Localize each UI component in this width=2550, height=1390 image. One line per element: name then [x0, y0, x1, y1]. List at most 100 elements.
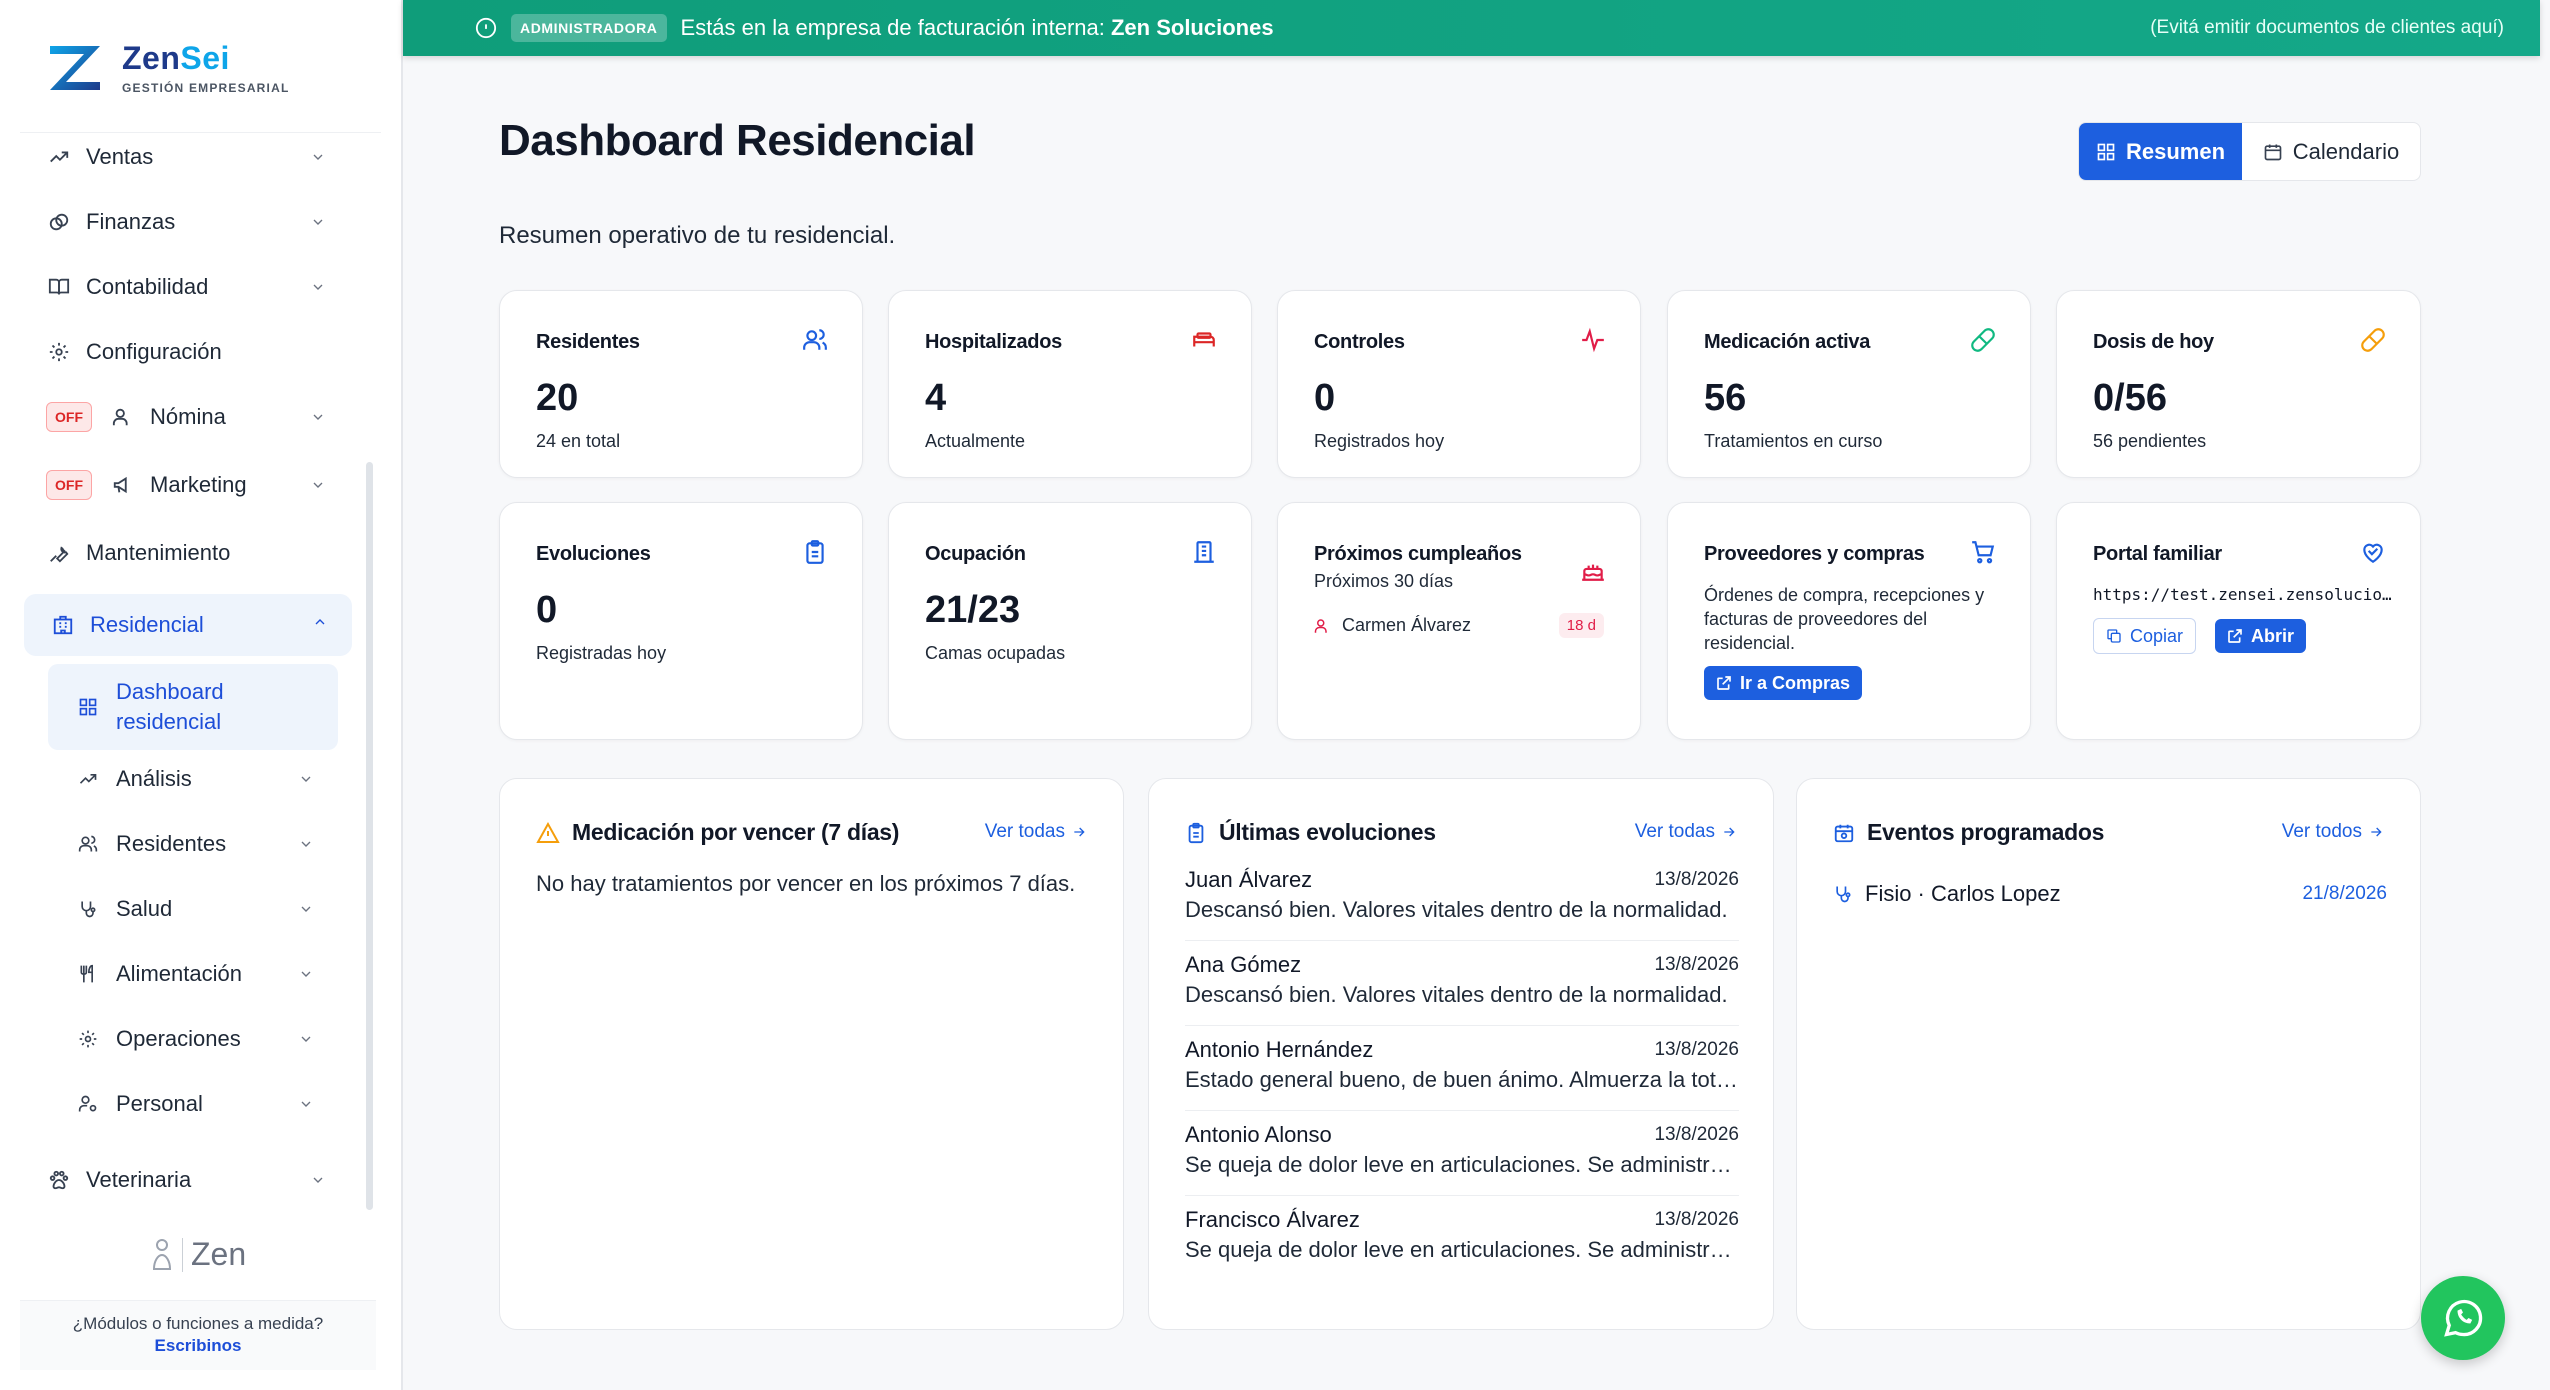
birthday-entry[interactable]: Carmen Álvarez 18 d: [1314, 613, 1604, 638]
stethoscope-icon: [1836, 886, 1851, 903]
gear-icon: [46, 339, 72, 365]
view-all-link[interactable]: Ver todas: [1635, 821, 1737, 843]
building-icon: [50, 612, 76, 638]
medication-expiring-panel: Medicación por vencer (7 días) Ver todas…: [499, 778, 1124, 1330]
stat-card-medicacion-activa[interactable]: Medicación activa 56 Tratamientos en cur…: [1667, 290, 2031, 478]
external-link-icon: [1717, 676, 1731, 690]
sidebar-subitem-salud[interactable]: Salud: [48, 881, 338, 937]
sidebar-subitem-alimentacion[interactable]: Alimentación: [48, 946, 338, 1002]
zen-figure-icon: [152, 1238, 172, 1270]
chevron-up-icon: [315, 619, 325, 625]
stat-label: Evoluciones: [536, 543, 651, 565]
copy-url-button[interactable]: Copiar: [2093, 618, 2197, 654]
empty-state: No hay tratamientos por vencer en los pr…: [536, 871, 1076, 896]
chevron-down-icon: [313, 284, 323, 290]
sidebar-subitem-personal[interactable]: Personal: [48, 1076, 338, 1132]
users-icon: [110, 404, 136, 430]
evolution-item[interactable]: Ana Gómez 13/8/2026 Descansó bien. Valor…: [1185, 942, 1739, 1026]
stat-card-controles[interactable]: Controles 0 Registrados hoy: [1277, 290, 1641, 478]
view-all-link[interactable]: Ver todos: [2282, 821, 2384, 843]
event-item[interactable]: Fisio · Carlos Lopez 21/8/2026: [1833, 881, 2387, 907]
company-name: Zen Soluciones: [1110, 15, 1274, 40]
stat-card-hospitalizados[interactable]: Hospitalizados 4 Actualmente: [888, 290, 1252, 478]
evolution-item[interactable]: Antonio Hernández 13/8/2026 Estado gener…: [1185, 1027, 1739, 1111]
brand-logo[interactable]: ZenSei GESTIÓN EMPRESARIAL: [46, 40, 289, 95]
sidebar-subitem-label: Operaciones: [116, 1026, 241, 1051]
evolution-name: Antonio Alonso: [1185, 1122, 1332, 1147]
help-link[interactable]: Escribinos: [20, 1335, 376, 1357]
stat-label: Dosis de hoy: [2093, 331, 2214, 353]
whatsapp-button[interactable]: [2421, 1276, 2505, 1360]
stat-sub: Registrados hoy: [1314, 431, 1445, 451]
sidebar-item-ventas[interactable]: Ventas: [20, 129, 350, 185]
sidebar-subitem-dashboard-residencial[interactable]: Dashboard residencial: [48, 664, 338, 750]
stat-value: 21/23: [925, 589, 1021, 631]
sidebar-item-mantenimiento[interactable]: Mantenimiento: [20, 525, 350, 581]
sidebar-subitem-operaciones[interactable]: Operaciones: [48, 1011, 338, 1067]
stat-card-ocupacion[interactable]: Ocupación 21/23 Camas ocupadas: [888, 502, 1252, 740]
stat-value: 0: [1314, 377, 1336, 419]
cart-icon: [1972, 541, 1995, 564]
stat-label: Residentes: [536, 331, 640, 353]
stat-sub: Camas ocupadas: [925, 643, 1066, 663]
trending-up-icon: [46, 144, 72, 170]
arrow-right-icon: [2371, 827, 2382, 837]
view-toggle: Resumen Calendario: [2078, 122, 2421, 181]
scheduled-events-panel: Eventos programados Ver todos Fisio · Ca…: [1796, 778, 2421, 1330]
suppliers-desc: Órdenes de compra, recepciones y factura…: [1704, 585, 1985, 653]
go-to-purchases-button[interactable]: Ir a Compras: [1704, 666, 1863, 700]
evolution-text: Se queja de dolor leve en articulaciones…: [1185, 1152, 1739, 1177]
evolution-text: Estado general bueno, de buen ánimo. Alm…: [1185, 1067, 1739, 1092]
stat-card-residentes[interactable]: Residentes 20 24 en total: [499, 290, 863, 478]
sidebar-item-configuracion[interactable]: Configuración: [20, 324, 350, 380]
view-resumen-button[interactable]: Resumen: [2079, 123, 2242, 180]
sidebar-item-nomina[interactable]: OFF Nómina: [20, 389, 350, 445]
chevron-down-icon: [301, 971, 311, 977]
sidebar-subitem-label: Alimentación: [116, 961, 242, 986]
open-portal-button[interactable]: Abrir: [2215, 619, 2307, 653]
evolution-name: Antonio Hernández: [1185, 1037, 1374, 1062]
sidebar-item-label: Finanzas: [86, 209, 176, 234]
sidebar-item-marketing[interactable]: OFF Marketing: [20, 457, 350, 513]
view-all-link[interactable]: Ver todas: [985, 821, 1087, 843]
users-icon: [803, 329, 827, 350]
panel-title: Medicación por vencer (7 días): [536, 819, 899, 846]
evolution-item[interactable]: Francisco Álvarez 13/8/2026 Se queja de …: [1185, 1197, 1739, 1281]
birthdays-sub: Próximos 30 días: [1314, 571, 1454, 591]
evolution-item[interactable]: Juan Álvarez 13/8/2026 Descansó bien. Va…: [1185, 857, 1739, 941]
evolution-name: Juan Álvarez: [1185, 867, 1313, 892]
clipboard-icon: [806, 540, 824, 564]
chevron-down-icon: [301, 1036, 311, 1042]
stat-sub: 56 pendientes: [2093, 431, 2207, 451]
chevron-down-icon: [313, 154, 323, 160]
off-badge: OFF: [46, 470, 92, 500]
sidebar-item-residencial[interactable]: Residencial: [24, 594, 352, 656]
coins-icon: [46, 209, 72, 235]
stat-card-evoluciones[interactable]: Evoluciones 0 Registradas hoy: [499, 502, 863, 740]
evolution-text: Se queja de dolor leve en articulaciones…: [1185, 1237, 1739, 1262]
evolution-text: Descansó bien. Valores vitales dentro de…: [1185, 897, 1728, 922]
paw-icon: [46, 1167, 72, 1193]
activity-icon: [1582, 327, 1604, 353]
page-subtitle: Resumen operativo de tu residencial.: [499, 222, 896, 249]
suppliers-card: Proveedores y compras Órdenes de compra,…: [1667, 502, 2031, 740]
stat-label: Controles: [1314, 331, 1405, 353]
sidebar-subitem-analisis[interactable]: Análisis: [48, 751, 338, 807]
zen-footer-logo: Zen: [150, 1236, 246, 1273]
user-cog-icon: [76, 1092, 100, 1116]
stat-card-dosis-hoy[interactable]: Dosis de hoy 0/56 56 pendientes: [2056, 290, 2421, 478]
sidebar-item-contabilidad[interactable]: Contabilidad: [20, 259, 350, 315]
sidebar-scrollbar[interactable]: [366, 462, 373, 1210]
zensei-logo-icon: [50, 45, 100, 90]
view-calendario-button[interactable]: Calendario: [2242, 123, 2420, 180]
sidebar-subitem-residentes[interactable]: Residentes: [48, 816, 338, 872]
portal-url: https://test.zensei.zensoluciones.com/po…: [2093, 585, 2393, 604]
users-icon: [76, 832, 100, 856]
chevron-down-icon: [313, 1177, 323, 1183]
evolution-item[interactable]: Antonio Alonso 13/8/2026 Se queja de dol…: [1185, 1112, 1739, 1196]
stat-sub: Actualmente: [925, 431, 1026, 451]
stat-sub: Registradas hoy: [536, 643, 667, 663]
event-date: 21/8/2026: [2302, 883, 2387, 904]
sidebar-item-veterinaria[interactable]: Veterinaria: [20, 1152, 350, 1208]
sidebar-item-finanzas[interactable]: Finanzas: [20, 194, 350, 250]
